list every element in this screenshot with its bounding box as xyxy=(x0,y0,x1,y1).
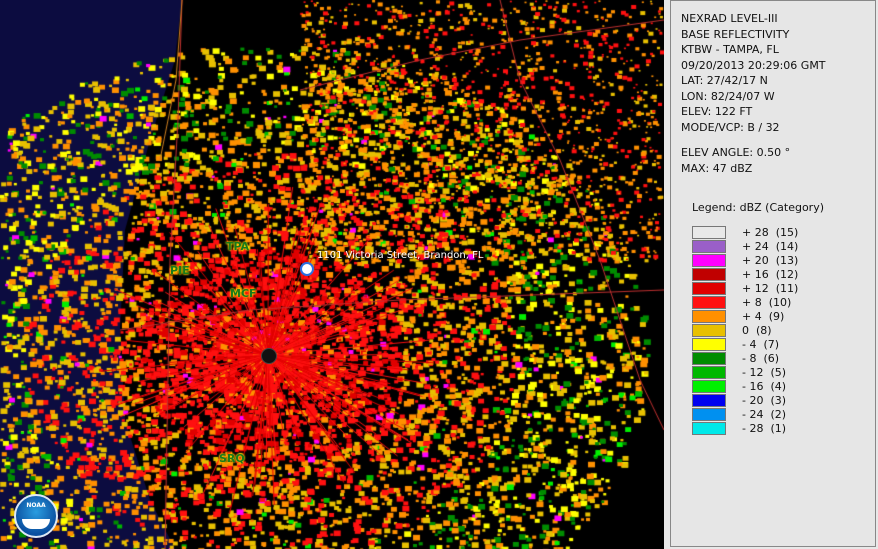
legend-row: + 20 (13) xyxy=(692,253,798,267)
legend: + 28 (15) + 24 (14) + 20 (13) + 16 (12) + 12… xyxy=(692,225,798,435)
radar-metadata: NEXRAD LEVEL-III BASE REFLECTIVITY KTBW … xyxy=(681,11,826,176)
site-label-mcf: MCF xyxy=(230,287,257,300)
legend-row: + 12 (11) xyxy=(692,281,798,295)
legend-label: - 4 (7) xyxy=(742,337,780,351)
legend-row: - 8 (6) xyxy=(692,351,798,365)
legend-label: + 24 (14) xyxy=(742,239,799,253)
legend-swatch xyxy=(692,295,726,309)
legend-label: + 28 (15) xyxy=(742,225,799,239)
product-type: BASE REFLECTIVITY xyxy=(681,27,790,41)
legend-label: 0 (8) xyxy=(742,323,772,337)
legend-swatch xyxy=(692,253,726,267)
noaa-logo-icon: NOAA xyxy=(14,494,58,538)
legend-label: + 12 (11) xyxy=(742,281,799,295)
legend-row: - 28 (1) xyxy=(692,421,798,435)
max-reflectivity: MAX: 47 dBZ xyxy=(681,161,753,175)
legend-label: - 20 (3) xyxy=(742,393,787,407)
radar-site-icon xyxy=(261,348,277,364)
legend-label: - 8 (6) xyxy=(742,351,780,365)
legend-swatch xyxy=(692,225,726,239)
legend-label: - 16 (4) xyxy=(742,379,787,393)
legend-swatch xyxy=(692,379,726,393)
legend-swatch xyxy=(692,421,726,435)
legend-label: + 8 (10) xyxy=(742,295,792,309)
legend-row: - 16 (4) xyxy=(692,379,798,393)
legend-swatch xyxy=(692,407,726,421)
elevation: ELEV: 122 FT xyxy=(681,105,753,118)
reflectivity-layer xyxy=(0,0,664,549)
elev-angle: ELEV ANGLE: 0.50 ° xyxy=(681,146,791,159)
legend-swatch xyxy=(692,267,726,281)
legend-label: - 24 (2) xyxy=(742,407,787,421)
legend-label: + 4 (9) xyxy=(742,309,785,323)
radar-map[interactable]: TPA PIE MCF SRQ 1101 Victoria Street, Br… xyxy=(0,0,664,549)
legend-row: - 24 (2) xyxy=(692,407,798,421)
legend-row: + 8 (10) xyxy=(692,295,798,309)
site-label-pie: PIE xyxy=(170,264,190,277)
mode-vcp: MODE/VCP: B / 32 xyxy=(681,120,780,134)
site-label-tpa: TPA xyxy=(226,240,250,253)
legend-row: - 4 (7) xyxy=(692,337,798,351)
location-marker-icon[interactable] xyxy=(300,262,314,276)
legend-row: + 28 (15) xyxy=(692,225,798,239)
info-panel: NEXRAD LEVEL-III BASE REFLECTIVITY KTBW … xyxy=(670,0,876,547)
legend-label: + 16 (12) xyxy=(742,267,799,281)
legend-swatch xyxy=(692,365,726,379)
noaa-logo-text: NOAA xyxy=(26,502,46,509)
legend-row: + 16 (12) xyxy=(692,267,798,281)
legend-swatch xyxy=(692,351,726,365)
location-marker-label: 1101 Victoria Street, Brandon, FL xyxy=(317,250,484,261)
legend-row: + 4 (9) xyxy=(692,309,798,323)
legend-swatch xyxy=(692,393,726,407)
legend-swatch xyxy=(692,323,726,337)
legend-swatch xyxy=(692,337,726,351)
legend-swatch xyxy=(692,309,726,323)
legend-label: + 20 (13) xyxy=(742,253,799,267)
legend-row: - 12 (5) xyxy=(692,365,798,379)
station-name: KTBW - TAMPA, FL xyxy=(681,43,779,56)
legend-row: - 20 (3) xyxy=(692,393,798,407)
longitude: LON: 82/24/07 W xyxy=(681,89,775,103)
product-name: NEXRAD LEVEL-III xyxy=(681,12,778,25)
legend-swatch xyxy=(692,281,726,295)
legend-label: - 28 (1) xyxy=(742,421,787,435)
legend-row: + 24 (14) xyxy=(692,239,798,253)
legend-title: Legend: dBZ (Category) xyxy=(692,201,824,214)
legend-row: 0 (8) xyxy=(692,323,798,337)
legend-label: - 12 (5) xyxy=(742,365,787,379)
site-label-srq: SRQ xyxy=(219,452,245,465)
latitude: LAT: 27/42/17 N xyxy=(681,74,768,87)
scan-timestamp: 09/20/2013 20:29:06 GMT xyxy=(681,58,826,72)
legend-swatch xyxy=(692,239,726,253)
